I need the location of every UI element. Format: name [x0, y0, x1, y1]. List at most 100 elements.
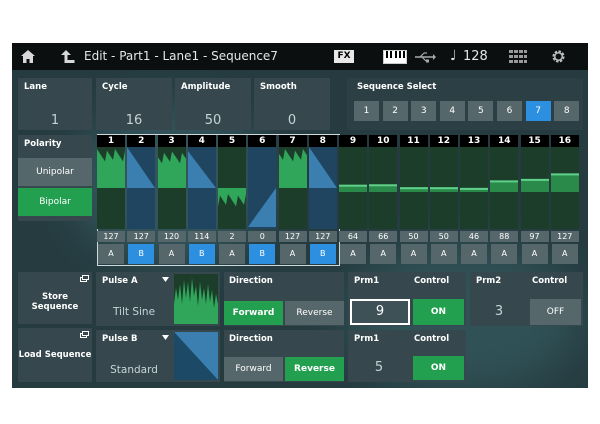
- pulse-b-panel[interactable]: Pulse B Standard: [96, 330, 220, 382]
- step-pulse-type-button[interactable]: A: [98, 244, 124, 264]
- gear-icon[interactable]: [551, 49, 566, 64]
- step-pulse-type-button[interactable]: A: [219, 244, 245, 264]
- step-pulse-type-button[interactable]: B: [188, 244, 215, 264]
- sequence-select-button-5[interactable]: 5: [468, 101, 494, 121]
- step-graph[interactable]: [460, 147, 488, 229]
- step-pulse-type-button[interactable]: A: [430, 244, 457, 264]
- pulse-b-control1-toggle[interactable]: ON: [413, 356, 464, 380]
- step-pulse-type-button[interactable]: A: [491, 244, 518, 264]
- step-amplitude[interactable]: 66: [369, 231, 398, 242]
- keyboard-icon: [383, 50, 407, 64]
- pulse-a-prm1-value[interactable]: 9: [350, 299, 410, 325]
- smooth-label: Smooth: [260, 82, 297, 92]
- cycle-field[interactable]: Cycle 16: [96, 78, 172, 130]
- pulse-b-reverse-button[interactable]: Reverse: [285, 357, 344, 381]
- step-pulse-type-button[interactable]: A: [279, 244, 306, 264]
- step-waveform: [127, 147, 156, 229]
- step-graph[interactable]: [550, 147, 579, 229]
- pulse-a-prm2-value[interactable]: 3: [472, 301, 526, 323]
- amplitude-field[interactable]: Amplitude 50: [175, 78, 251, 130]
- sequence-select-button-2[interactable]: 2: [382, 101, 408, 121]
- step-pulse-type-button[interactable]: B: [128, 244, 155, 264]
- store-sequence-button[interactable]: Store Sequence: [18, 272, 92, 324]
- step-amplitude[interactable]: 2: [218, 231, 246, 242]
- pulse-a-direction-label: Direction: [229, 276, 273, 286]
- step-graph[interactable]: [278, 147, 307, 229]
- usb-icon: [415, 52, 436, 63]
- step-pulse-type-button[interactable]: A: [551, 244, 578, 264]
- load-sequence-button[interactable]: Load Sequence: [18, 328, 92, 382]
- sequence-select-button-7[interactable]: 7: [525, 101, 551, 121]
- step-pulse-type-button[interactable]: B: [309, 244, 336, 264]
- step-pulse-type-button[interactable]: A: [370, 244, 397, 264]
- step-level-mark: [278, 149, 307, 188]
- grid-icon[interactable]: [509, 50, 527, 64]
- step-amplitude[interactable]: 127: [127, 231, 156, 242]
- sequence-select-button-1[interactable]: 1: [354, 101, 379, 121]
- step-amplitude[interactable]: 127: [97, 231, 125, 242]
- step-graph[interactable]: [187, 147, 216, 229]
- step-graph[interactable]: [218, 147, 246, 229]
- amplitude-label: Amplitude: [181, 82, 231, 92]
- lane-field[interactable]: Lane 1: [18, 78, 92, 130]
- step-waveform: [157, 151, 186, 188]
- step-amplitude[interactable]: 127: [550, 231, 579, 242]
- step-amplitude[interactable]: 0: [248, 231, 277, 242]
- home-icon[interactable]: [20, 49, 36, 64]
- pulse-b-prm1-value[interactable]: 5: [350, 357, 408, 379]
- sequence-select-button-4[interactable]: 4: [439, 101, 465, 121]
- step-amplitude[interactable]: 50: [429, 231, 458, 242]
- polarity-label: Polarity: [24, 139, 62, 149]
- pulse-a-control1-toggle[interactable]: ON: [413, 299, 464, 325]
- step-graph[interactable]: [248, 147, 277, 229]
- pulse-a-control2-label: Control: [532, 276, 568, 286]
- sequence-select-button-3[interactable]: 3: [411, 101, 437, 121]
- step-pulse-type-button[interactable]: A: [521, 244, 548, 264]
- step-amplitude[interactable]: 114: [187, 231, 216, 242]
- step-pulse-type-button[interactable]: B: [249, 244, 276, 264]
- step-graph[interactable]: [369, 147, 398, 229]
- step-graph[interactable]: [127, 147, 156, 229]
- step-amplitude[interactable]: 127: [278, 231, 307, 242]
- step-pulse-type-button[interactable]: A: [340, 244, 366, 264]
- page-title: Edit - Part1 - Lane1 - Sequence7: [84, 49, 278, 63]
- smooth-field[interactable]: Smooth 0: [254, 78, 330, 130]
- pulse-a-forward-button[interactable]: Forward: [224, 301, 283, 325]
- step-graph[interactable]: [399, 147, 428, 229]
- step-amplitude[interactable]: 64: [339, 231, 367, 242]
- step-amplitude[interactable]: 120: [157, 231, 186, 242]
- step-number: 16: [550, 135, 579, 147]
- step-waveform: [339, 184, 367, 192]
- back-arrow-icon[interactable]: [60, 49, 76, 64]
- sequence-select-button-6[interactable]: 6: [497, 101, 522, 121]
- step-amplitude[interactable]: 46: [460, 231, 488, 242]
- pulse-b-forward-button[interactable]: Forward: [224, 357, 283, 381]
- step-graph[interactable]: [429, 147, 458, 229]
- step-amplitude[interactable]: 97: [520, 231, 549, 242]
- step-graph[interactable]: [490, 147, 519, 229]
- pulse-a-control2-toggle[interactable]: OFF: [530, 299, 581, 325]
- step-number: 15: [520, 135, 549, 147]
- cycle-value: 16: [125, 113, 143, 128]
- step-graph[interactable]: [308, 147, 337, 229]
- step-graph[interactable]: [97, 147, 125, 229]
- pulse-a-reverse-button[interactable]: Reverse: [285, 301, 344, 325]
- step-graph[interactable]: [520, 147, 549, 229]
- step-amplitude[interactable]: 88: [490, 231, 519, 242]
- step-pulse-type-button[interactable]: A: [461, 244, 487, 264]
- step-waveform: [520, 178, 549, 192]
- step-graph[interactable]: [339, 147, 367, 229]
- polarity-unipolar-button[interactable]: Unipolar: [18, 158, 92, 186]
- polarity-bipolar-button[interactable]: Bipolar: [18, 188, 92, 216]
- step-amplitude[interactable]: 127: [308, 231, 337, 242]
- step-amplitude[interactable]: 50: [399, 231, 428, 242]
- step-graph[interactable]: [157, 147, 186, 229]
- step-pulse-type-button[interactable]: A: [400, 244, 427, 264]
- step-waveform: [460, 187, 488, 192]
- fx-badge[interactable]: FX: [334, 50, 354, 63]
- pulse-a-panel[interactable]: Pulse A Tilt Sine: [96, 272, 220, 326]
- popup-window-icon: [80, 275, 89, 282]
- step-pulse-type-button[interactable]: A: [158, 244, 185, 264]
- sequence-select-button-8[interactable]: 8: [554, 101, 580, 121]
- tempo-value[interactable]: 128: [463, 43, 488, 70]
